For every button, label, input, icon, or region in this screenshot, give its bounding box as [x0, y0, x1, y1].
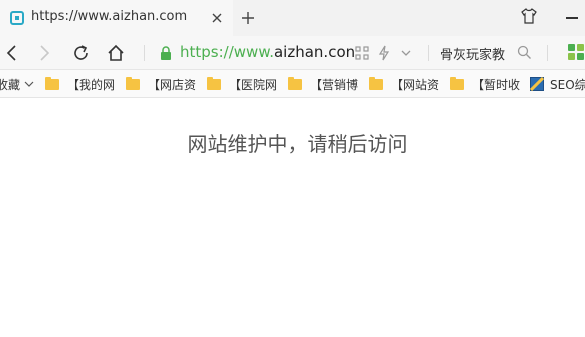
- back-icon[interactable]: [2, 43, 22, 63]
- bookmark-label: 【医院网: [229, 77, 277, 92]
- chevron-down-icon: [24, 81, 34, 87]
- bookmark-label: 【我的网: [67, 77, 115, 92]
- bookmark-link[interactable]: SEO综: [530, 70, 585, 98]
- seo-favicon-icon: [530, 77, 544, 91]
- tab-strip: https://www.aizhan.com: [0, 0, 585, 36]
- bookmark-label: 【网站资: [391, 77, 439, 92]
- home-icon[interactable]: [106, 43, 126, 63]
- lock-icon[interactable]: [160, 46, 172, 60]
- bookmark-label: 【网店资: [148, 77, 196, 92]
- plus-icon[interactable]: [240, 10, 256, 26]
- reload-icon[interactable]: [71, 43, 91, 63]
- tshirt-icon[interactable]: [520, 7, 538, 25]
- divider: [428, 45, 429, 61]
- bookmark-folder[interactable]: 【网店资: [126, 70, 196, 98]
- bookmark-folder[interactable]: 【网站资: [369, 70, 439, 98]
- navigation-bar: https://www.aizhan.con 骨灰玩家教: [0, 36, 585, 70]
- bookmark-folder[interactable]: 【暂时收: [450, 70, 520, 98]
- divider: [144, 45, 145, 61]
- address-bar-url[interactable]: https://www.aizhan.con: [180, 43, 355, 61]
- folder-icon: [288, 76, 302, 90]
- browser-tab[interactable]: https://www.aizhan.com: [0, 0, 233, 36]
- folder-icon: [369, 76, 383, 90]
- aizhan-favicon-icon: [10, 11, 24, 25]
- bookmark-folder[interactable]: 【医院网: [207, 70, 277, 98]
- url-host: aizhan.con: [273, 43, 356, 61]
- folder-icon: [450, 76, 464, 90]
- bookmarks-favorites-menu[interactable]: 收藏: [0, 70, 36, 98]
- bookmark-label: 【营销博: [310, 77, 358, 92]
- qr-code-icon[interactable]: [354, 45, 370, 61]
- close-icon[interactable]: [210, 11, 224, 25]
- divider: [547, 45, 548, 61]
- url-prefix: www.: [233, 43, 274, 61]
- search-input[interactable]: 骨灰玩家教: [440, 44, 505, 63]
- bookmark-folder[interactable]: 【营销博: [288, 70, 358, 98]
- extensions-icon[interactable]: [567, 43, 585, 61]
- bookmark-folder[interactable]: 【我的网: [45, 70, 115, 98]
- lightning-icon[interactable]: [377, 45, 391, 61]
- folder-icon: [45, 76, 59, 90]
- bookmark-label: 收藏: [0, 77, 21, 92]
- forward-icon[interactable]: [34, 43, 54, 63]
- bookmark-label: 【暂时收: [472, 77, 520, 92]
- maintenance-message: 网站维护中，请稍后访问: [187, 132, 408, 156]
- bookmark-label: SEO综: [550, 77, 585, 92]
- search-icon[interactable]: [517, 45, 532, 60]
- bookmarks-bar: 收藏 【我的网 【网店资 【医院网 【营销博 【网站资 【暂时收 SEO综: [0, 70, 585, 98]
- tab-title: https://www.aizhan.com: [31, 9, 188, 24]
- chevron-down-icon[interactable]: [400, 48, 412, 58]
- folder-icon: [126, 76, 140, 90]
- url-scheme: https://: [180, 43, 234, 61]
- page-content: 网站维护中，请稍后访问: [0, 98, 585, 337]
- folder-icon: [207, 76, 221, 90]
- minimize-icon[interactable]: [566, 17, 578, 19]
